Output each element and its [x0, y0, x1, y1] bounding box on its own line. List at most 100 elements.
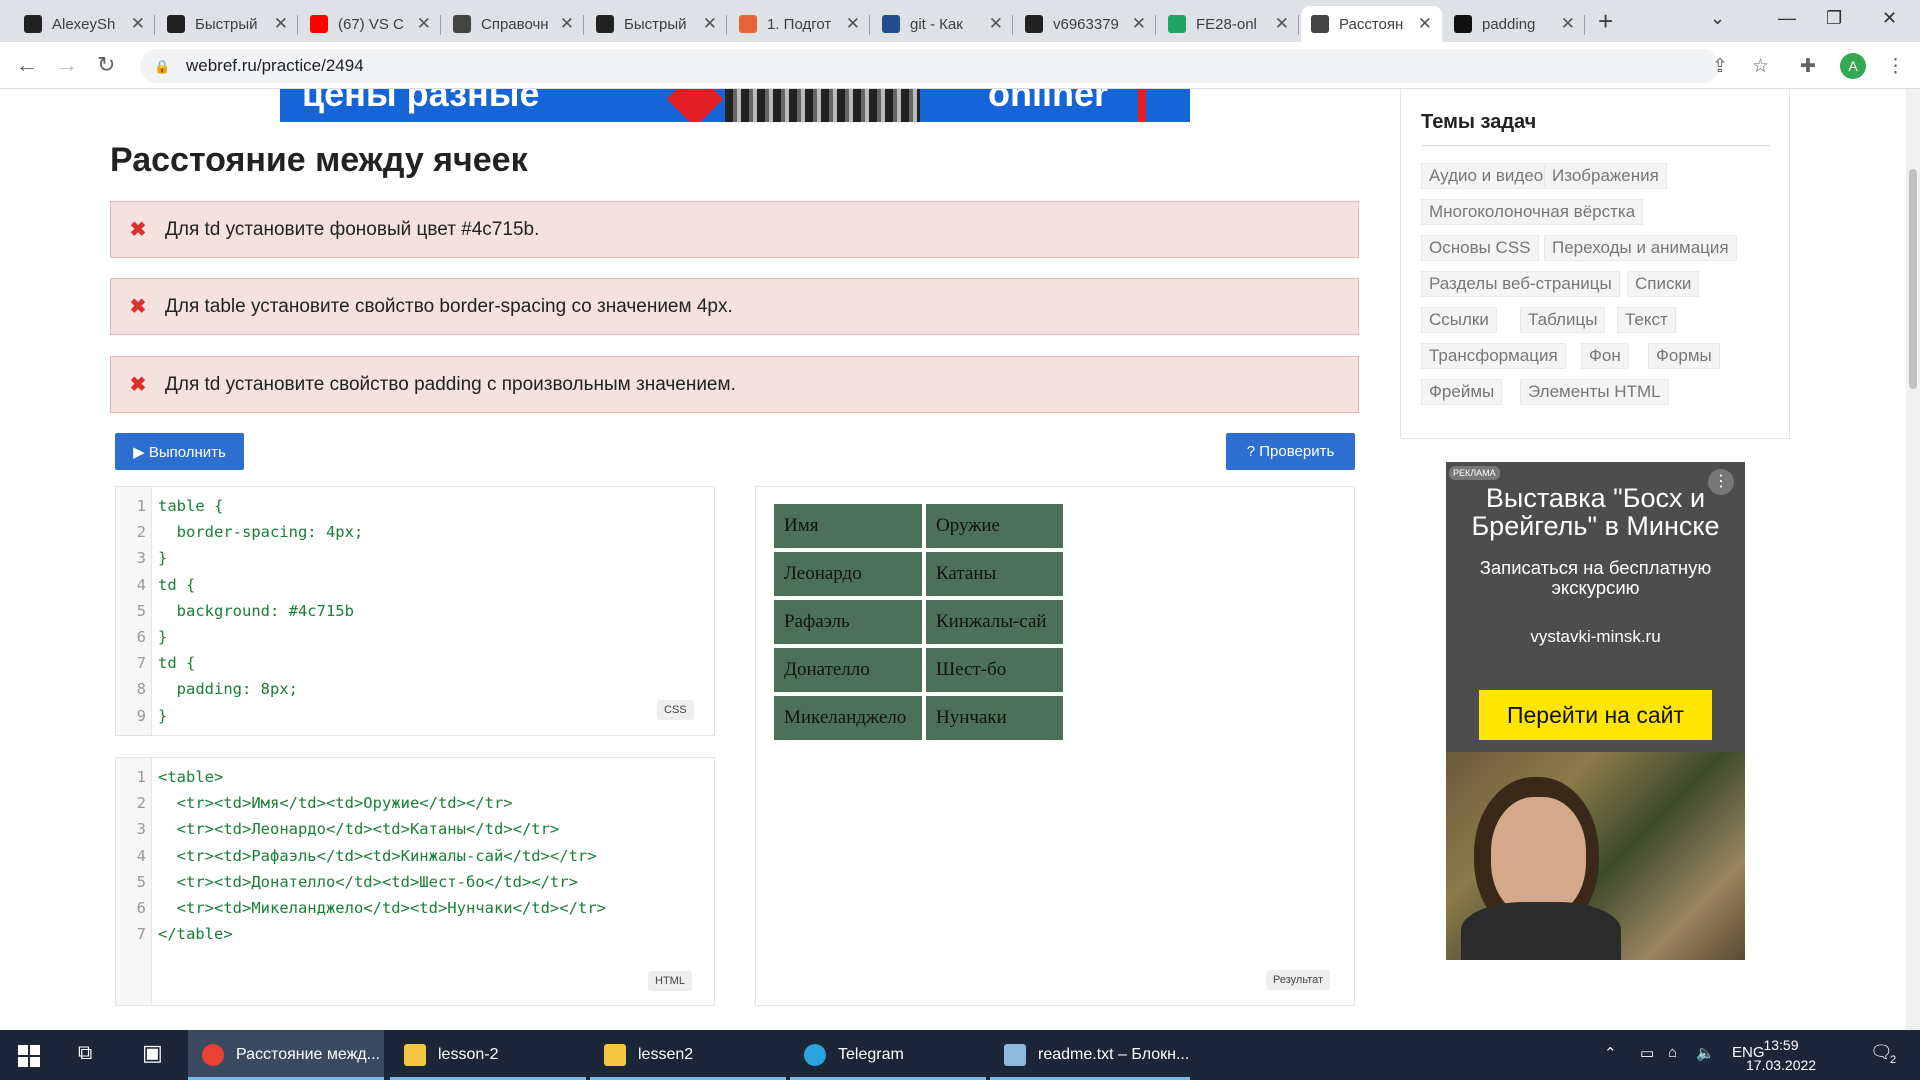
- tab-separator: [1012, 15, 1013, 35]
- html-editor[interactable]: 1 <table> 2 <tr><td>Имя</td><td>Оружие</td…: [115, 757, 715, 1006]
- result-cell: Кинжалы-сай: [926, 600, 1063, 644]
- share-icon[interactable]: ⇪: [1712, 55, 1728, 78]
- error-text: Для table установите свойство border-spa…: [165, 295, 733, 317]
- start-button[interactable]: [18, 1045, 40, 1067]
- result-row: Леонардо Катаны: [774, 552, 1063, 596]
- browser-tab[interactable]: Быстрый ✕: [586, 6, 727, 42]
- topic-chip[interactable]: Ссылки: [1421, 307, 1497, 333]
- code-line: 4 <tr><td>Рафаэль</td><td>Кинжалы-сай</t…: [116, 843, 597, 869]
- browser-tab[interactable]: FE28-onl ✕: [1158, 6, 1299, 42]
- tab-search-icon[interactable]: ⌄: [1710, 8, 1725, 29]
- code-line: 2 border-spacing: 4px;: [116, 519, 364, 545]
- clock[interactable]: 13:59 17.03.2022: [1746, 1035, 1816, 1075]
- browser-tab[interactable]: git - Как ✕: [872, 6, 1013, 42]
- error-text: Для td установите фоновый цвет #4c715b.: [165, 218, 540, 240]
- result-cell: Микеланджело: [774, 696, 922, 740]
- taskbar-app[interactable]: Расстояние межд...: [188, 1030, 384, 1080]
- check-button[interactable]: ? Проверить: [1226, 433, 1355, 470]
- result-cell: Имя: [774, 504, 922, 548]
- topic-chip[interactable]: Разделы веб-страницы: [1421, 271, 1620, 297]
- taskbar-app[interactable]: lessen2: [590, 1030, 786, 1080]
- profile-avatar[interactable]: A: [1840, 53, 1866, 79]
- ad-banner-top[interactable]: цены разные onliner: [280, 89, 1190, 122]
- topic-chip[interactable]: Фон: [1581, 343, 1629, 369]
- browser-tab[interactable]: Справочн ✕: [443, 6, 584, 42]
- close-tab-icon[interactable]: ✕: [417, 14, 431, 34]
- back-button[interactable]: ←: [16, 52, 38, 78]
- browser-tab[interactable]: v6963379 ✕: [1015, 6, 1156, 42]
- volume-icon[interactable]: 🔈: [1696, 1044, 1715, 1062]
- run-button[interactable]: ▶ Выполнить: [115, 433, 244, 470]
- menu-kebab-icon[interactable]: ⋮: [1886, 55, 1905, 78]
- topic-chip[interactable]: Списки: [1627, 271, 1700, 297]
- url-bar[interactable]: 🔒 webref.ru/practice/2494: [140, 49, 1720, 83]
- new-tab-button[interactable]: +: [1598, 8, 1613, 34]
- minimize-button[interactable]: —: [1778, 8, 1796, 29]
- topic-chip[interactable]: Таблицы: [1520, 307, 1606, 333]
- css-editor[interactable]: 1 table {2 border-spacing: 4px; 3} 4 td {5 b…: [115, 486, 715, 736]
- windows-taskbar: ⧉ ▣ Расстояние межд... lesson-2 lessen2 Tel…: [0, 1030, 1920, 1080]
- topic-chip[interactable]: Аудио и видео: [1421, 163, 1552, 189]
- code-line: 7 td {: [116, 650, 196, 676]
- close-tab-icon[interactable]: ✕: [1275, 14, 1289, 34]
- taskbar-app[interactable]: lesson-2: [390, 1030, 586, 1080]
- battery-icon[interactable]: ▭: [1640, 1044, 1654, 1062]
- notifications-count: 2: [1890, 1054, 1897, 1066]
- code-text: <tr><td>Леонардо</td><td>Катаны</td></tr…: [158, 820, 560, 839]
- task-view-icon[interactable]: ⧉: [78, 1042, 92, 1065]
- close-tab-icon[interactable]: ✕: [131, 14, 145, 34]
- divider: [1421, 145, 1771, 146]
- topic-chip[interactable]: Текст: [1617, 307, 1676, 333]
- browser-tab[interactable]: (67) VS C ✕: [300, 6, 441, 42]
- reload-button[interactable]: ↻: [97, 52, 115, 78]
- ad-sidebar[interactable]: РЕКЛАМА ⋮ Выставка "Босх и Брейгель" в М…: [1446, 462, 1745, 960]
- topic-chip[interactable]: Основы CSS: [1421, 235, 1539, 261]
- topics-panel: Темы задач Аудио и видео Изображения Много…: [1400, 89, 1790, 439]
- taskbar-app[interactable]: Telegram: [790, 1030, 986, 1080]
- topic-chip[interactable]: Многоколоночная вёрстка: [1421, 199, 1644, 225]
- bookmark-star-icon[interactable]: ☆: [1752, 55, 1769, 78]
- close-tab-icon[interactable]: ✕: [989, 14, 1003, 34]
- close-tab-icon[interactable]: ✕: [703, 14, 717, 34]
- scrollbar-thumb[interactable]: [1909, 169, 1917, 389]
- tab-title: (67) VS C: [338, 15, 404, 33]
- tray-chevron-icon[interactable]: ⌃: [1604, 1044, 1617, 1062]
- page-scrollbar[interactable]: [1906, 89, 1920, 1030]
- forward-button[interactable]: →: [56, 52, 78, 78]
- topic-chip[interactable]: Изображения: [1544, 163, 1667, 189]
- topic-chip[interactable]: Формы: [1648, 343, 1720, 369]
- network-icon[interactable]: ⌂: [1668, 1044, 1677, 1061]
- topic-chip[interactable]: Фреймы: [1421, 379, 1503, 405]
- code-line: 3 <tr><td>Леонардо</td><td>Катаны</td></…: [116, 816, 560, 842]
- result-cell: Донателло: [774, 648, 922, 692]
- browser-tab[interactable]: AlexeySh ✕: [14, 6, 155, 42]
- result-row: Имя Оружие: [774, 504, 1063, 548]
- taskbar-app[interactable]: readme.txt – Блокн...: [990, 1030, 1190, 1080]
- close-tab-icon[interactable]: ✕: [560, 14, 574, 34]
- ad-cta-button[interactable]: Перейти на сайт: [1479, 690, 1712, 740]
- code-line: 4 td {: [116, 572, 196, 598]
- pinned-app-icon[interactable]: ▣: [142, 1040, 163, 1066]
- browser-tab[interactable]: 1. Подгот ✕: [729, 6, 870, 42]
- close-tab-icon[interactable]: ✕: [1418, 14, 1432, 34]
- result-row: Микеланджело Нунчаки: [774, 696, 1063, 740]
- close-window-button[interactable]: ✕: [1882, 8, 1897, 29]
- close-tab-icon[interactable]: ✕: [1132, 14, 1146, 34]
- code-line: 5 background: #4c715b: [116, 598, 354, 624]
- extensions-icon[interactable]: ✚: [1800, 55, 1816, 78]
- line-number: 8: [136, 680, 146, 699]
- topic-chip[interactable]: Переходы и анимация: [1544, 235, 1737, 261]
- result-cell: Шест-бо: [926, 648, 1063, 692]
- topic-chip[interactable]: Элементы HTML: [1520, 379, 1669, 405]
- maximize-button[interactable]: ❐: [1826, 8, 1842, 29]
- topic-chip[interactable]: Трансформация: [1421, 343, 1566, 369]
- close-tab-icon[interactable]: ✕: [846, 14, 860, 34]
- line-number: 1: [136, 497, 146, 515]
- browser-tab[interactable]: Расстоян ✕: [1301, 6, 1442, 42]
- browser-tab[interactable]: Быстрый ✕: [157, 6, 298, 42]
- result-preview: Имя Оружие Леонардо Катаны Рафаэль Кинжалы-са…: [755, 486, 1355, 1006]
- code-line: 3}: [116, 545, 168, 571]
- close-tab-icon[interactable]: ✕: [274, 14, 288, 34]
- close-tab-icon[interactable]: ✕: [1561, 14, 1575, 34]
- browser-tab[interactable]: padding ✕: [1444, 6, 1585, 42]
